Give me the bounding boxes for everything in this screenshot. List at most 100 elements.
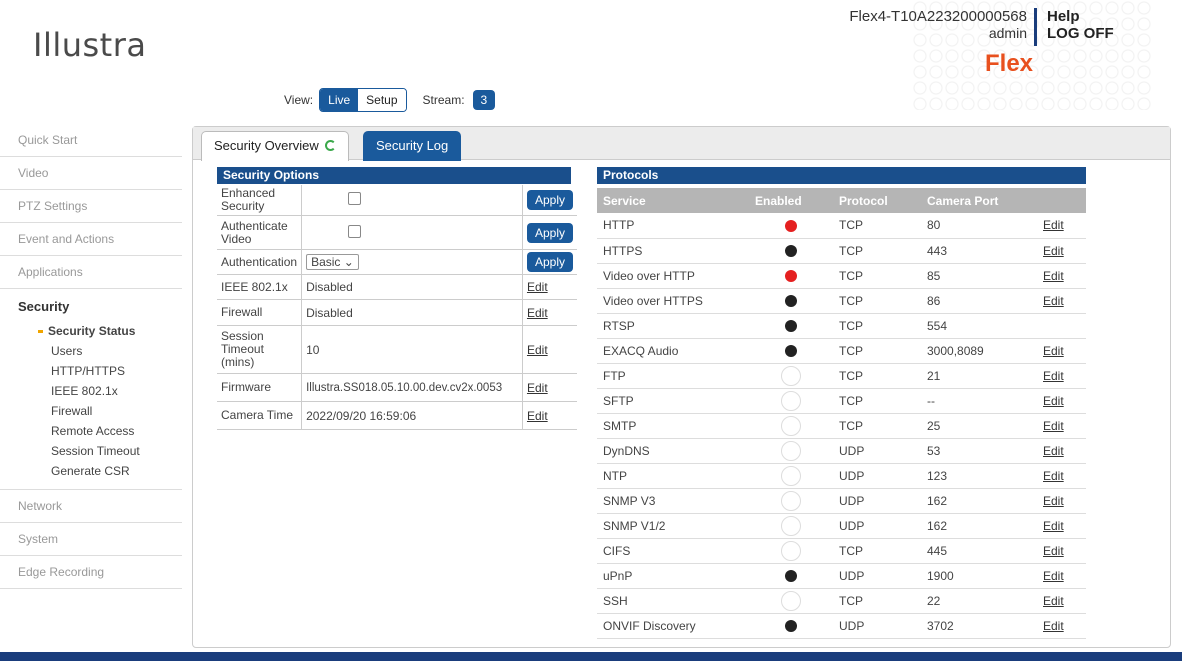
edit-camera-time-link[interactable]: Edit [527,409,548,423]
port-cell: 3000,8089 [921,338,1037,364]
service-cell: SSH [597,588,749,614]
enabled-cell [749,388,833,414]
view-label: View: [284,93,314,107]
edit-cell: Edit [1037,613,1086,639]
page-header: Illustra Flex4-T10A223200000568 admin He… [0,0,1182,115]
security-options-table: Enhanced Security Apply Authenticate Vid… [217,185,577,430]
logoff-link[interactable]: LOG OFF [1047,25,1114,42]
apply-authentication-button[interactable]: Apply [526,252,573,272]
illustra-logo: Illustra [33,26,147,64]
apply-enhanced-button[interactable]: Apply [526,190,573,210]
authentication-select[interactable]: Basic ⌄ [306,254,359,270]
sidebar-item-security-status[interactable]: Security Status [0,321,182,341]
edit-protocol-link[interactable]: Edit [1043,394,1064,408]
sidebar-item-network[interactable]: Network [0,490,182,523]
option-action: Apply [522,215,577,250]
option-value: Illustra.SS018.05.10.00.dev.cv2x.0053 [301,373,523,402]
sidebar-item-session-timeout[interactable]: Session Timeout [0,441,182,461]
edit-protocol-link[interactable]: Edit [1043,269,1064,283]
service-cell: FTP [597,363,749,389]
service-cell: CIFS [597,538,749,564]
edit-protocol-link[interactable]: Edit [1043,444,1064,458]
port-cell: -- [921,388,1037,414]
tab-security-log[interactable]: Security Log [363,131,462,161]
sidebar-item-applications[interactable]: Applications [0,256,182,289]
protocol-cell: TCP [833,263,921,289]
tab-security-overview[interactable]: Security Overview [201,131,349,161]
status-indicator-icon [785,345,797,358]
table-row: FTP TCP 21 Edit [597,363,1086,389]
help-link[interactable]: Help [1047,8,1114,25]
enabled-cell [749,463,833,489]
enabled-cell [749,538,833,564]
option-label: Session Timeout (mins) [217,325,303,374]
sidebar-item-users[interactable]: Users [0,341,182,361]
protocol-cell: TCP [833,388,921,414]
sidebar-section-security[interactable]: Security [0,289,182,321]
table-row: SNMP V1/2 UDP 162 Edit [597,513,1086,539]
protocol-cell: UDP [833,513,921,539]
edit-protocol-link[interactable]: Edit [1043,494,1064,508]
sidebar-item-ieee-8021x[interactable]: IEEE 802.1x [0,381,182,401]
edit-ieee-link[interactable]: Edit [527,280,548,294]
service-cell: Video over HTTPS [597,288,749,314]
sidebar-item-video[interactable]: Video [0,157,182,190]
sidebar-item-edge-recording[interactable]: Edge Recording [0,556,182,589]
edit-protocol-link[interactable]: Edit [1043,619,1064,633]
sidebar-item-generate-csr[interactable]: Generate CSR [0,461,182,481]
edit-protocol-link[interactable]: Edit [1043,519,1064,533]
sidebar-item-quick-start[interactable]: Quick Start [0,124,182,157]
table-row: HTTPS TCP 443 Edit [597,238,1086,264]
enhanced-security-checkbox[interactable] [348,192,362,205]
option-value [301,185,523,216]
table-row: RTSP TCP 554 [597,313,1086,339]
sidebar-item-http-https[interactable]: HTTP/HTTPS [0,361,182,381]
security-options-header: Security Options [217,167,571,184]
edit-firewall-link[interactable]: Edit [527,306,548,320]
edit-session-link[interactable]: Edit [527,343,548,357]
protocol-cell: TCP [833,213,921,239]
edit-cell: Edit [1037,438,1086,464]
status-indicator-icon [785,270,797,283]
service-cell: SNMP V1/2 [597,513,749,539]
option-value: 2022/09/20 16:59:06 [301,401,523,430]
edit-protocol-link[interactable]: Edit [1043,344,1064,358]
status-indicator-icon [781,365,801,386]
security-submenu: Security Status Users HTTP/HTTPS IEEE 80… [0,321,182,490]
protocol-cell: TCP [833,238,921,264]
status-indicator-icon [781,390,801,411]
sidebar-item-ptz-settings[interactable]: PTZ Settings [0,190,182,223]
edit-protocol-link[interactable]: Edit [1043,369,1064,383]
sidebar-item-firewall[interactable]: Firewall [0,401,182,421]
option-action: Apply [522,185,577,216]
option-action: Edit [522,274,577,300]
stream-selector[interactable]: 3 [472,90,496,110]
edit-protocol-link[interactable]: Edit [1043,244,1064,258]
edit-protocol-link[interactable]: Edit [1043,544,1064,558]
edit-cell: Edit [1037,213,1086,239]
service-cell: SNMP V3 [597,488,749,514]
edit-protocol-link[interactable]: Edit [1043,469,1064,483]
sidebar-item-remote-access[interactable]: Remote Access [0,421,182,441]
view-setup-button[interactable]: Setup [358,89,406,111]
option-row-authentication: Authentication Basic ⌄ Apply [217,249,577,275]
status-indicator-icon [785,570,797,583]
apply-auth-video-button[interactable]: Apply [526,222,573,243]
edit-protocol-link[interactable]: Edit [1043,419,1064,433]
device-name: Flex4-T10A223200000568 [849,8,1027,25]
edit-protocol-link[interactable]: Edit [1043,218,1064,232]
protocols-header-row: Service Enabled Protocol Camera Port [597,188,1086,213]
edit-protocol-link[interactable]: Edit [1043,594,1064,608]
enabled-cell [749,613,833,639]
edit-protocol-link[interactable]: Edit [1043,294,1064,308]
refresh-icon[interactable] [324,140,336,151]
sidebar-item-event-actions[interactable]: Event and Actions [0,223,182,256]
service-cell: SMTP [597,413,749,439]
authenticate-video-checkbox[interactable] [348,224,362,238]
enabled-cell [749,413,833,439]
edit-firmware-link[interactable]: Edit [527,381,548,395]
view-live-button[interactable]: Live [320,89,359,111]
sidebar-item-system[interactable]: System [0,523,182,556]
status-indicator-icon [781,465,801,486]
edit-protocol-link[interactable]: Edit [1043,569,1064,583]
